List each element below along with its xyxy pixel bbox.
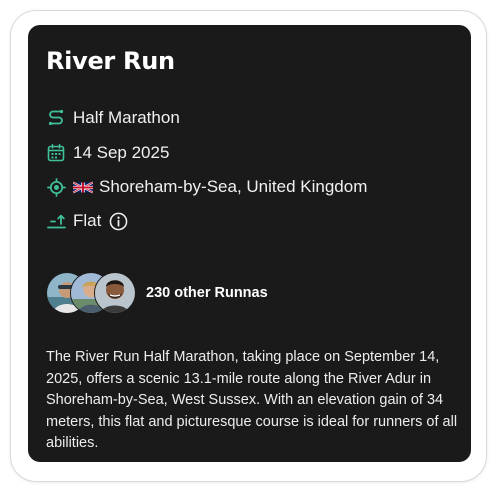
runners-count-label: 230 other Runnas	[146, 285, 268, 301]
distance-row: Half Marathon	[46, 108, 180, 128]
elevation-icon	[46, 211, 66, 231]
runner-avatars	[46, 272, 138, 314]
location-label: Shoreham-by-Sea, United Kingdom	[99, 177, 368, 196]
info-icon[interactable]	[109, 212, 128, 231]
event-title: River Run	[46, 47, 175, 75]
terrain-row: Flat	[46, 211, 128, 231]
terrain-label: Flat	[73, 211, 102, 230]
uk-flag-icon	[73, 181, 93, 194]
date-label: 14 Sep 2025	[73, 143, 170, 162]
route-icon	[46, 108, 66, 128]
event-description: The River Run Half Marathon, taking plac…	[46, 349, 458, 451]
avatar	[94, 272, 136, 314]
event-card: River Run Half Marathon 14 Sep 2025 Shor…	[28, 25, 471, 462]
date-row: 14 Sep 2025	[46, 143, 169, 163]
calendar-icon	[46, 143, 66, 163]
location-row: Shoreham-by-Sea, United Kingdom	[46, 177, 367, 197]
distance-label: Half Marathon	[73, 108, 180, 127]
other-runners[interactable]: 230 other Runnas	[46, 272, 268, 314]
location-target-icon	[46, 177, 66, 197]
